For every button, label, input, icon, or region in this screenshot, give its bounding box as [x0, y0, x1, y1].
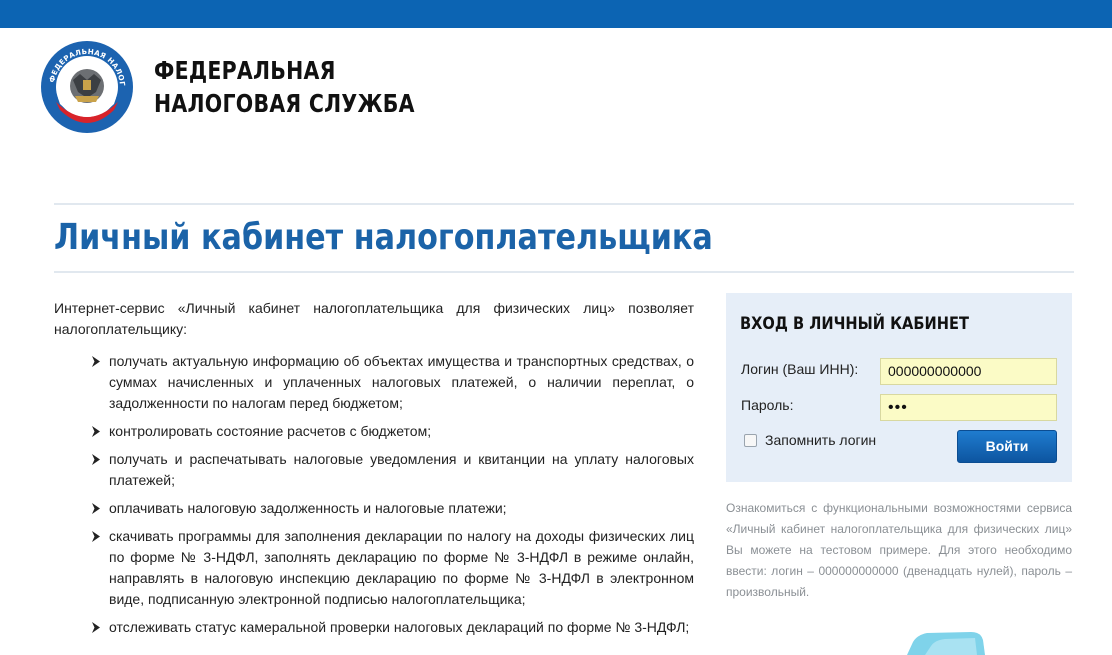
brand-line-1: ФЕДЕРАЛЬНАЯ	[154, 56, 336, 85]
page-title: Личный кабинет налогоплательщика	[54, 217, 713, 258]
divider-bottom	[54, 271, 1074, 273]
feature-text: получать и распечатывать налоговые уведо…	[109, 451, 694, 488]
divider-top	[54, 203, 1074, 205]
login-panel: ВХОД В ЛИЧНЫЙ КАБИНЕТ Логин (Ваш ИНН): 0…	[726, 293, 1072, 482]
demo-hint-text: Ознакомиться с функциональными возможнос…	[726, 501, 1072, 599]
remember-checkbox[interactable]	[744, 433, 757, 447]
remember-label[interactable]: Запомнить логин	[765, 432, 876, 448]
arrow-right-icon	[92, 622, 100, 633]
arrow-right-icon	[92, 426, 100, 437]
arrow-right-icon	[92, 356, 100, 367]
card-illustration-icon	[907, 632, 985, 655]
feature-item: получать и распечатывать налоговые уведо…	[92, 449, 694, 491]
feature-text: оплачивать налоговую задолженность и нал…	[109, 500, 507, 516]
login-input[interactable]: 000000000000	[880, 358, 1057, 385]
feature-text: скачивать программы для заполнения декла…	[109, 528, 694, 607]
feature-item: оплачивать налоговую задолженность и нал…	[92, 498, 694, 519]
brand-line-2: НАЛОГОВАЯ СЛУЖБА	[154, 89, 415, 118]
feature-text: контролировать состояние расчетов с бюдж…	[109, 423, 432, 439]
arrow-right-icon	[92, 454, 100, 465]
feature-text: получать актуальную информацию об объект…	[109, 353, 694, 411]
feature-item: отслеживать статус камеральной проверки …	[92, 617, 694, 638]
feature-item: скачивать программы для заполнения декла…	[92, 526, 694, 610]
brand-name[interactable]: ФЕДЕРАЛЬНАЯ НАЛОГОВАЯ СЛУЖБА	[154, 54, 415, 120]
login-title: ВХОД В ЛИЧНЫЙ КАБИНЕТ	[740, 314, 969, 334]
arrow-right-icon	[92, 503, 100, 514]
arrow-right-icon	[92, 531, 100, 542]
intro-text: Интернет-сервис «Личный кабинет налогопл…	[54, 300, 694, 337]
remember-login[interactable]: Запомнить логин	[744, 432, 876, 448]
feature-item: получать актуальную информацию об объект…	[92, 351, 694, 414]
features-list: получать актуальную информацию об объект…	[92, 351, 694, 645]
feature-text: отслеживать статус камеральной проверки …	[109, 619, 690, 635]
top-bar	[0, 0, 1112, 28]
password-input[interactable]: •••	[880, 394, 1057, 421]
password-label: Пароль:	[741, 397, 794, 413]
login-button[interactable]: Войти	[957, 430, 1057, 463]
feature-item: контролировать состояние расчетов с бюдж…	[92, 421, 694, 442]
fns-emblem-icon[interactable]: ФЕДЕРАЛЬНАЯ НАЛОГОВАЯ СЛУЖБА	[40, 40, 134, 134]
login-label: Логин (Ваш ИНН):	[741, 361, 859, 377]
